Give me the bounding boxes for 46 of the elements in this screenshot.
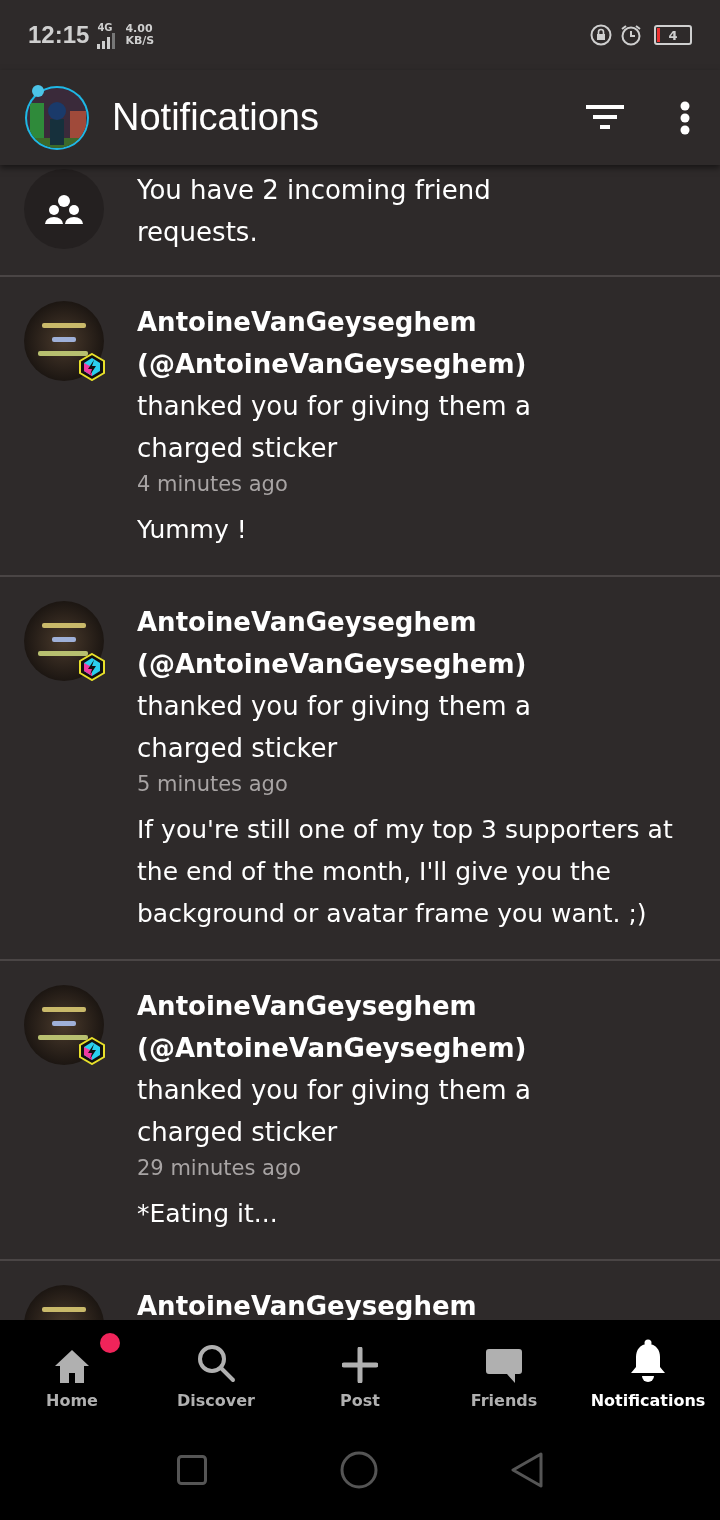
timestamp: 5 minutes ago (137, 771, 289, 798)
timestamp: 29 minutes ago (137, 1155, 303, 1182)
chat-icon (486, 1349, 522, 1383)
nav-tab[interactable]: Discover (144, 1320, 288, 1420)
user-name[interactable]: AntoineVanGeyseghem (137, 1285, 700, 1320)
filter-icon (586, 104, 624, 131)
network-type: 4G (97, 21, 113, 33)
message-text: *Eating it... (137, 1198, 279, 1230)
more-icon (680, 100, 690, 135)
home-icon (54, 1349, 90, 1383)
friend-requests-item[interactable]: You have 2 incoming friend requests. (0, 165, 720, 277)
network-speed: 4.00 (125, 23, 154, 35)
user-name[interactable]: AntoineVanGeyseghem (137, 985, 700, 1027)
friend-requests-icon (24, 169, 104, 249)
nav-tab[interactable]: Friends (432, 1320, 576, 1420)
sticker-badge-icon (78, 1037, 106, 1065)
back-icon (511, 1452, 544, 1488)
bell-icon (631, 1339, 665, 1383)
speed-unit: KB/S (125, 35, 155, 47)
notification-text: thanked you for giving them a charged sticker (137, 690, 532, 765)
nav-tab[interactable]: Notifications (576, 1320, 720, 1420)
sticker-badge-icon (78, 353, 106, 381)
signal-icon (97, 32, 118, 49)
search-icon (196, 1343, 236, 1383)
user-handle[interactable]: (@AntoineVanGeyseghem) (137, 1027, 700, 1069)
nav-tab[interactable]: Post (288, 1320, 432, 1420)
rotation-lock-icon (590, 24, 612, 46)
square-icon (176, 1455, 207, 1485)
message-text: Yummy ! (137, 514, 248, 546)
user-handle[interactable]: (@AntoineVanGeyseghem) (137, 643, 700, 685)
battery-icon: 4 (654, 25, 692, 45)
user-name[interactable]: AntoineVanGeyseghem (137, 301, 700, 343)
user-handle[interactable]: (@AntoineVanGeyseghem) (137, 343, 700, 385)
user-name[interactable]: AntoineVanGeyseghem (137, 601, 700, 643)
plus-icon (342, 1347, 378, 1383)
nav-tab[interactable]: Home (0, 1320, 144, 1420)
notification-text: thanked you for giving them a charged sticker (137, 1074, 532, 1149)
notification-text: thanked you for giving them a charged sticker (137, 390, 532, 465)
page-title: Notifications (112, 96, 319, 139)
timestamp: 4 minutes ago (137, 471, 289, 498)
status-time: 12:15 (28, 21, 90, 49)
sticker-badge-icon (78, 653, 106, 681)
circle-icon (340, 1451, 378, 1489)
friend-requests-text: You have 2 incoming friend requests. (137, 174, 492, 249)
message-text: If you're still one of my top 3 supporters at the end of the month, I'll give you the background or avatar frame you want. ;) (137, 814, 674, 930)
alarm-icon (620, 24, 642, 46)
